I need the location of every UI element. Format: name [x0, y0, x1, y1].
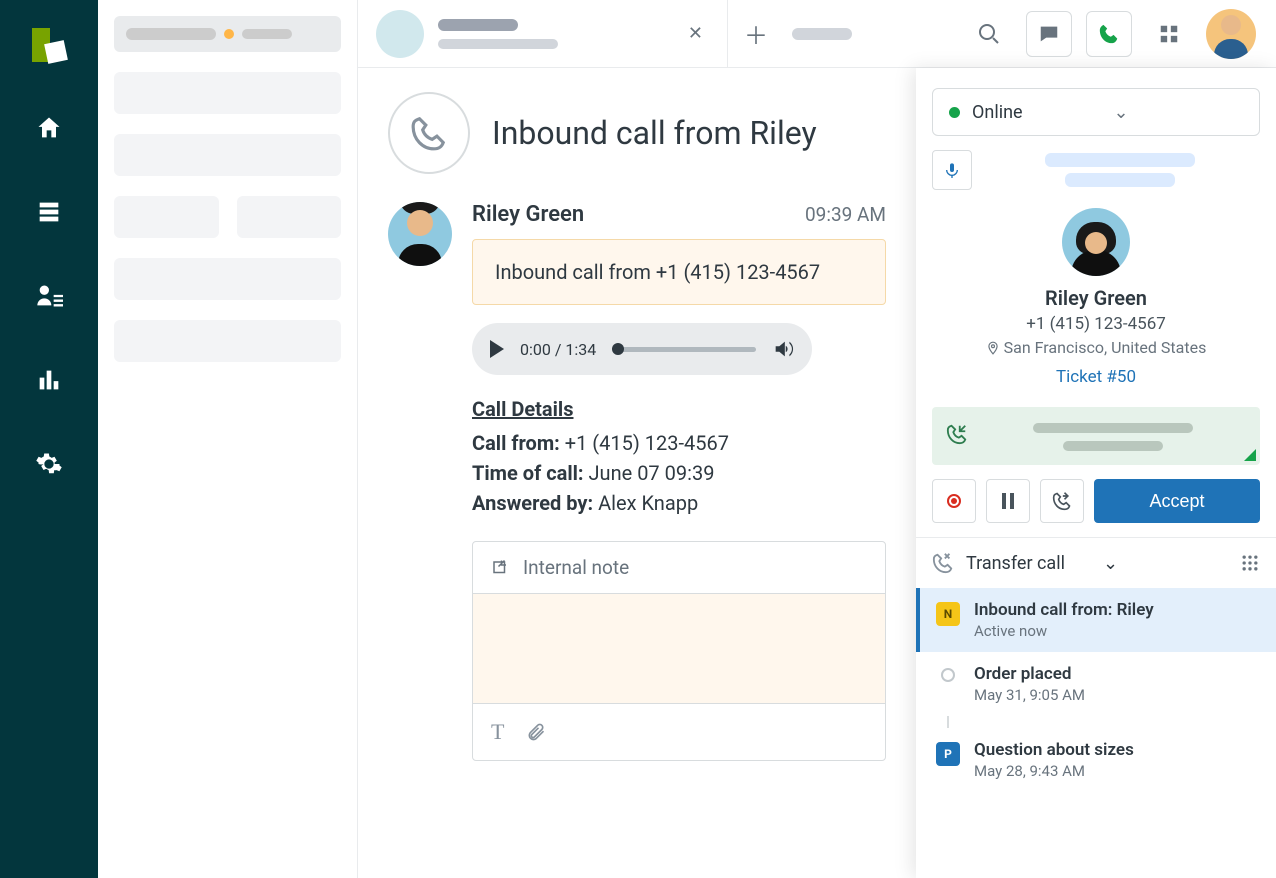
home-icon[interactable]	[31, 110, 67, 146]
online-dot-icon	[949, 107, 960, 118]
timeline-item[interactable]: P Question about sizes May 28, 9:43 AM	[916, 728, 1276, 792]
sidebar-item[interactable]	[114, 196, 219, 238]
forward-call-button[interactable]	[1040, 479, 1084, 523]
transfer-icon	[932, 552, 954, 574]
call-icon	[388, 92, 470, 174]
voice-activity	[916, 150, 1276, 190]
interaction-timeline: N Inbound call from: Riley Active now Or…	[916, 588, 1276, 812]
chevron-down-icon: ⌄	[1114, 102, 1244, 123]
add-tab-button[interactable]: ＋	[728, 16, 784, 51]
keypad-icon[interactable]	[1240, 553, 1260, 573]
composer-textarea[interactable]	[473, 594, 885, 704]
close-icon[interactable]: ✕	[682, 17, 709, 50]
panel-caller-name: Riley Green	[932, 286, 1260, 310]
caller-avatar	[388, 202, 452, 266]
ticket-title: Inbound call from Riley	[492, 114, 817, 152]
volume-icon[interactable]	[772, 338, 794, 360]
chat-icon[interactable]	[1026, 11, 1072, 57]
play-icon[interactable]	[490, 340, 504, 358]
search-icon[interactable]	[966, 11, 1012, 57]
hold-button[interactable]	[986, 479, 1030, 523]
composer: Internal note T	[472, 541, 886, 761]
brand-logo	[32, 28, 66, 62]
call-details: Call Details Call from: +1 (415) 123-456…	[472, 397, 886, 515]
timeline-dot-icon	[941, 668, 955, 682]
sidebar-item[interactable]	[237, 196, 342, 238]
status-badge-new: N	[936, 602, 960, 626]
timeline-item[interactable]: N Inbound call from: Riley Active now	[916, 588, 1276, 652]
panel-caller-avatar	[1062, 208, 1130, 276]
caller-name: Riley Green	[472, 202, 584, 227]
apps-icon[interactable]	[1146, 11, 1192, 57]
agent-status-dropdown[interactable]: Online ⌄	[932, 88, 1260, 136]
settings-icon[interactable]	[31, 446, 67, 482]
tab-label	[438, 19, 668, 49]
message-time: 09:39 AM	[805, 203, 886, 226]
incoming-call-card	[932, 407, 1260, 465]
customers-icon[interactable]	[31, 278, 67, 314]
accept-call-button[interactable]: Accept	[1094, 479, 1260, 523]
chevron-down-icon: ⌄	[1103, 553, 1228, 574]
inbound-call-message: Inbound call from +1 (415) 123-4567	[472, 239, 886, 305]
composer-tab-internal-note[interactable]: Internal note	[473, 542, 885, 594]
format-text-icon[interactable]: T	[491, 719, 504, 745]
workspace-tab[interactable]: ✕	[358, 0, 728, 67]
sidebar-item[interactable]	[114, 72, 341, 114]
panel-ticket-link[interactable]: Ticket #50	[932, 367, 1260, 387]
nav-rail	[0, 0, 98, 878]
user-avatar[interactable]	[1206, 9, 1256, 59]
views-icon[interactable]	[31, 194, 67, 230]
panel-caller-location: San Francisco, United States	[932, 338, 1260, 357]
transfer-call-dropdown[interactable]: Transfer call ⌄	[916, 537, 1276, 588]
secondary-sidebar	[98, 0, 358, 878]
top-bar: ✕ ＋	[358, 0, 1276, 68]
call-details-heading: Call Details	[472, 397, 886, 421]
attachment-icon[interactable]	[526, 721, 546, 743]
record-button[interactable]	[932, 479, 976, 523]
ticket-view: Inbound call from Riley	[358, 68, 916, 878]
audio-time: 0:00 / 1:34	[520, 340, 596, 359]
call-panel: Online ⌄	[916, 68, 1276, 878]
tab-avatar	[376, 10, 424, 58]
audio-player[interactable]: 0:00 / 1:34	[472, 323, 812, 375]
status-dot-icon	[224, 29, 234, 39]
panel-caller-phone: +1 (415) 123-4567	[932, 314, 1260, 334]
timeline-item[interactable]: Order placed May 31, 9:05 AM	[916, 652, 1276, 716]
phone-icon[interactable]	[1086, 11, 1132, 57]
resize-handle-icon[interactable]	[1244, 449, 1256, 461]
sidebar-item[interactable]	[114, 320, 341, 362]
sidebar-item[interactable]	[114, 258, 341, 300]
status-badge-pending: P	[936, 742, 960, 766]
incoming-call-icon	[946, 423, 968, 445]
location-icon	[986, 341, 1000, 355]
sidebar-filter-chip[interactable]	[114, 16, 341, 52]
tab-placeholder	[792, 28, 852, 40]
reports-icon[interactable]	[31, 362, 67, 398]
sidebar-item[interactable]	[114, 134, 341, 176]
microphone-icon[interactable]	[932, 150, 972, 190]
audio-track[interactable]	[612, 347, 756, 352]
